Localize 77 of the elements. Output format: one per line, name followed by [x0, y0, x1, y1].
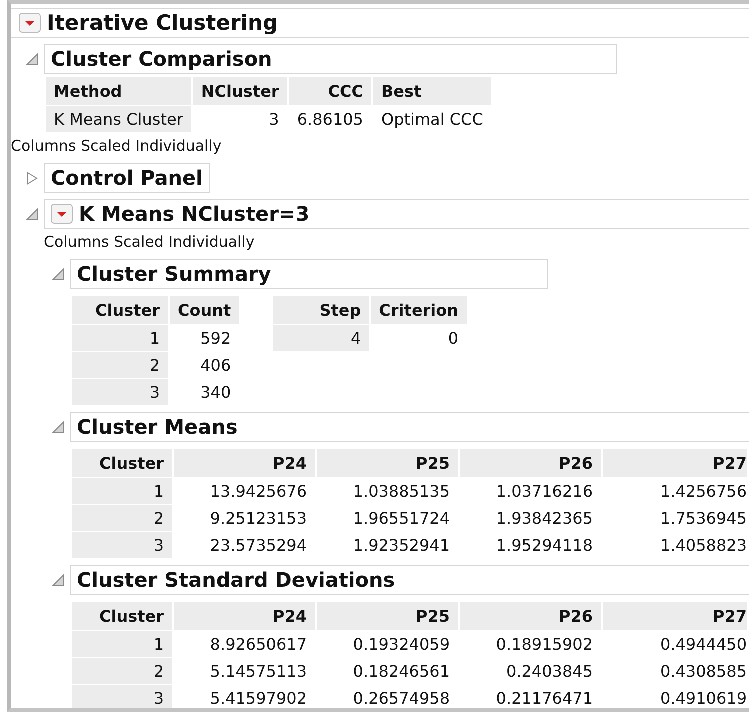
table-cell-text: 0.4910619	[659, 688, 747, 708]
outline-title: Cluster Comparison	[51, 47, 272, 71]
table-cell-text: 13.9425676	[209, 480, 308, 502]
table-cell-text: 9.25123153	[209, 508, 308, 530]
column-header: P25	[317, 449, 458, 477]
table-cell-text: 5.14575113	[209, 660, 308, 682]
disclosure-triangle-icon[interactable]	[26, 52, 39, 66]
table-cell: 2	[72, 352, 168, 378]
column-header: CCC	[289, 77, 372, 105]
column-header: Best	[373, 77, 492, 105]
table-cell: 4	[273, 325, 370, 351]
table-cell-text: 0.2403845	[505, 660, 594, 682]
table-cell-text: 0.4308585	[659, 660, 747, 682]
outline-title: Cluster Summary	[77, 262, 272, 286]
table-cell-text: 0.19324059	[352, 634, 451, 656]
table-cell-text: 1.7536945	[659, 508, 747, 530]
table-cell-text: 592	[200, 328, 232, 350]
table-cell-text: 406	[200, 354, 232, 376]
report-title: Iterative Clustering	[47, 11, 278, 35]
column-header: Step	[273, 296, 370, 324]
note-text: Columns Scaled Individually	[44, 232, 256, 253]
disclosure-triangle-icon[interactable]	[52, 574, 65, 586]
table-cell-text: 1.92352941	[352, 534, 451, 556]
table-cell: 2	[72, 505, 172, 531]
disclosure-triangle-icon[interactable]	[52, 268, 65, 280]
table-cell: 2	[72, 658, 172, 684]
outline-title: Control Panel	[51, 166, 203, 190]
table-cell: 3	[72, 685, 172, 708]
table-cell-text: 1.95294118	[495, 534, 594, 556]
outline-title: Cluster Standard Deviations	[77, 568, 396, 592]
table-cell-text: 1.96551724	[352, 508, 451, 530]
table-cell-text: 0.18246561	[352, 660, 451, 682]
table-cell: 3	[72, 532, 172, 558]
table-cell-text: 5.41597902	[209, 688, 308, 708]
disclosure-triangle-icon[interactable]	[26, 208, 39, 220]
table-cell-text: 1.93842365	[495, 508, 594, 530]
disclosure-triangle-icon[interactable]	[26, 172, 39, 184]
dropdown-menu-icon[interactable]	[51, 204, 73, 224]
column-header: Cluster	[72, 602, 172, 630]
table-cell-text: 340	[200, 382, 232, 404]
table-cell-text: 0.18915902	[495, 634, 594, 656]
dropdown-menu-icon[interactable]	[19, 13, 41, 33]
column-header: P27	[603, 449, 747, 477]
table-cell-text: 0	[447, 328, 460, 350]
column-header: P26	[460, 602, 601, 630]
table-cell-text: 1.03885135	[352, 480, 451, 502]
table-cell-text: 1.4256756	[659, 480, 747, 502]
column-header: P27	[603, 602, 747, 630]
column-header: Criterion	[371, 296, 467, 324]
table-cell: K Means Cluster	[46, 106, 192, 132]
table-cell-text: 1.03716216	[495, 480, 594, 502]
column-header: P24	[174, 449, 315, 477]
outline-title: Cluster Means	[77, 415, 238, 439]
table-cell-text: Optimal CCC	[380, 108, 484, 130]
table-cell: 1	[72, 631, 172, 657]
table-cell-text: 6.86105	[296, 108, 364, 130]
table-cell-text: 8.92650617	[209, 634, 308, 656]
column-header: Cluster	[72, 449, 172, 477]
table-cell-text: 0.21176471	[495, 688, 594, 708]
column-header: Cluster	[72, 296, 168, 324]
table-cell-text: 0.26574958	[352, 688, 451, 708]
column-header: Count	[170, 296, 240, 324]
table-cell: 3	[72, 379, 168, 405]
column-header: Method	[46, 77, 192, 105]
column-header: P24	[174, 602, 315, 630]
note-text: Columns Scaled Individually	[11, 136, 223, 157]
table-cell-text: 0.4944450	[659, 634, 747, 656]
column-header: P25	[317, 602, 458, 630]
outline-title: K Means NCluster=3	[79, 202, 310, 226]
table-cell-text: 23.5735294	[209, 534, 308, 556]
column-header: NCluster	[193, 77, 288, 105]
disclosure-triangle-icon[interactable]	[52, 420, 65, 434]
table-cell: 1	[72, 325, 168, 351]
table-cell-text: 1.4058823	[659, 534, 747, 556]
table-cell: 1	[72, 478, 172, 504]
table-cell-text: 3	[268, 108, 280, 130]
column-header: P26	[460, 449, 601, 477]
